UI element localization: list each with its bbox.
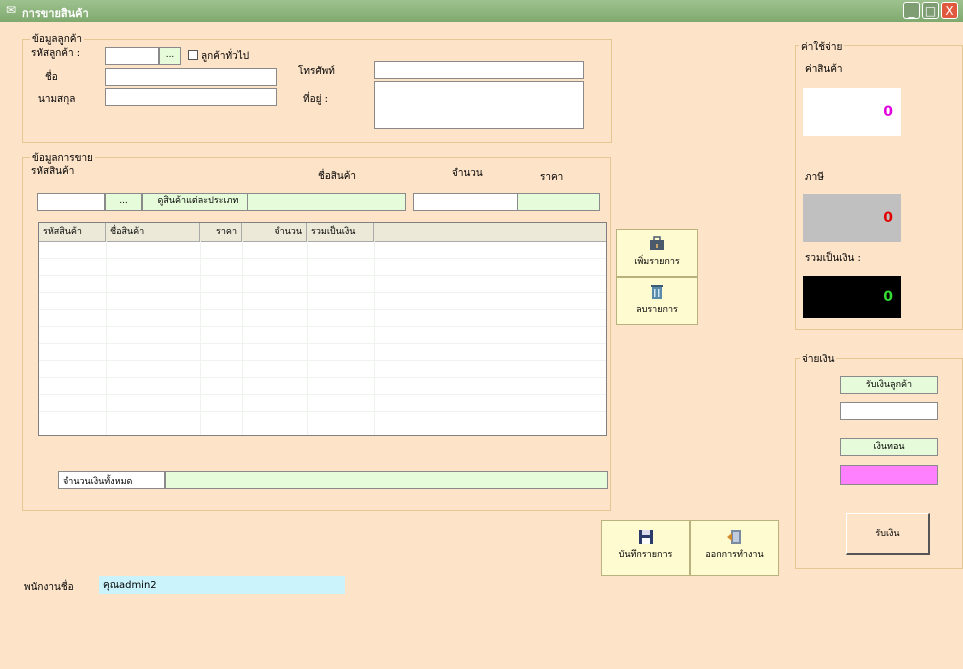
product-cost-number: 0 [883, 104, 893, 120]
grid-line [374, 241, 375, 435]
employee-label: พนักงานชื่อ [24, 582, 74, 593]
receive-money-input[interactable] [840, 402, 938, 420]
product-cost-value: 0 [803, 88, 901, 136]
grid-line [39, 411, 606, 412]
sum-label: รวมเป็นเงิน : [805, 253, 861, 264]
customer-id-label: รหัสลูกค้า : [31, 48, 81, 59]
product-id-input[interactable] [37, 193, 105, 211]
customer-id-input[interactable] [105, 47, 159, 65]
grid-line [39, 275, 606, 276]
phone-label: โทรศัพท์ [298, 66, 335, 77]
title-bar [0, 0, 963, 22]
grid-line [200, 241, 201, 435]
table-header: รหัสสินค้า ชื่อสินค้า ราคา จำนวน รวมเป็น… [39, 223, 606, 242]
change-output [840, 465, 938, 485]
payment-section-title: จ่ายเงิน [800, 352, 837, 367]
surname-label: นามสกุล [38, 94, 76, 105]
product-id-label: รหัสสินค้า [31, 166, 75, 177]
maximize-button[interactable]: □ [922, 2, 939, 19]
total-amount-field[interactable] [165, 471, 608, 489]
save-button[interactable]: บันทึกรายการ [601, 520, 690, 576]
expense-section-title: ค่าใช้จ่าย [799, 40, 845, 55]
grid-line [106, 241, 107, 435]
delete-item-button[interactable]: ลบรายการ [616, 277, 698, 325]
tax-value: 0 [803, 194, 901, 242]
grid-line [39, 343, 606, 344]
column-header-product-name[interactable]: ชื่อสินค้า [106, 223, 200, 241]
add-item-button[interactable]: เพิ่มรายการ [616, 229, 698, 277]
qty-label: จำนวน [452, 168, 483, 179]
product-name-input[interactable] [247, 193, 406, 211]
grid-line [39, 360, 606, 361]
trash-icon [651, 285, 663, 299]
window-title: การขายสินค้า [22, 7, 89, 20]
price-label: ราคา [540, 172, 564, 183]
column-header-product-id[interactable]: รหัสสินค้า [39, 223, 106, 241]
close-button[interactable]: X [941, 2, 958, 19]
exit-door-icon [726, 530, 741, 544]
add-item-label: เพิ่มรายการ [634, 257, 680, 267]
grid-line [39, 309, 606, 310]
grid-line [39, 292, 606, 293]
employee-name-field: คุณadmin2 [99, 576, 345, 594]
receive-payment-button[interactable]: รับเงิน [846, 513, 930, 555]
customer-section-title: ข้อมูลลูกค้า [30, 32, 85, 47]
qty-input[interactable] [413, 193, 519, 211]
sum-value: 0 [803, 276, 901, 318]
general-customer-label: ลูกค้าทั่วไป [201, 51, 250, 62]
column-header-qty[interactable]: จำนวน [242, 223, 307, 241]
total-label: จำนวนเงินทั้งหมด [58, 471, 165, 489]
change-label: เงินทอน [840, 438, 938, 456]
tax-number: 0 [883, 210, 893, 226]
toolbox-icon [650, 236, 664, 250]
grid-line [307, 241, 308, 435]
view-by-type-button[interactable]: ดูสินค้าแต่ละประเภท [142, 193, 254, 211]
column-header-subtotal[interactable]: รวมเป็นเงิน [307, 223, 374, 241]
product-browse-button[interactable]: ... [105, 193, 142, 211]
grid-line [242, 241, 243, 435]
phone-input[interactable] [374, 61, 584, 79]
address-label: ที่อยู่ : [303, 94, 329, 105]
grid-line [39, 394, 606, 395]
app-icon: ✉ [6, 3, 17, 17]
address-input[interactable] [374, 81, 584, 129]
delete-item-label: ลบรายการ [636, 305, 678, 315]
save-label: บันทึกรายการ [618, 550, 673, 560]
general-customer-checkbox[interactable] [188, 50, 198, 60]
name-label: ชื่อ [45, 72, 58, 83]
exit-button[interactable]: ออกการทำงาน [690, 520, 779, 576]
sale-items-table[interactable]: รหัสสินค้า ชื่อสินค้า ราคา จำนวน รวมเป็น… [38, 222, 607, 436]
surname-input[interactable] [105, 88, 277, 106]
grid-line [39, 326, 606, 327]
floppy-disk-icon [638, 530, 653, 544]
product-name-label: ชื่อสินค้า [318, 171, 357, 182]
exit-label: ออกการทำงาน [705, 550, 764, 560]
price-input[interactable] [517, 193, 600, 211]
receive-money-label: รับเงินลูกค้า [840, 376, 938, 394]
column-header-price[interactable]: ราคา [200, 223, 242, 241]
minimize-button[interactable]: _ [903, 2, 920, 19]
grid-line [39, 258, 606, 259]
sum-number: 0 [883, 289, 893, 305]
tax-label: ภาษี [805, 172, 824, 183]
name-input[interactable] [105, 68, 277, 86]
product-cost-label: ค่าสินค้า [805, 64, 843, 75]
customer-browse-button[interactable]: ... [159, 47, 181, 65]
grid-line [39, 377, 606, 378]
